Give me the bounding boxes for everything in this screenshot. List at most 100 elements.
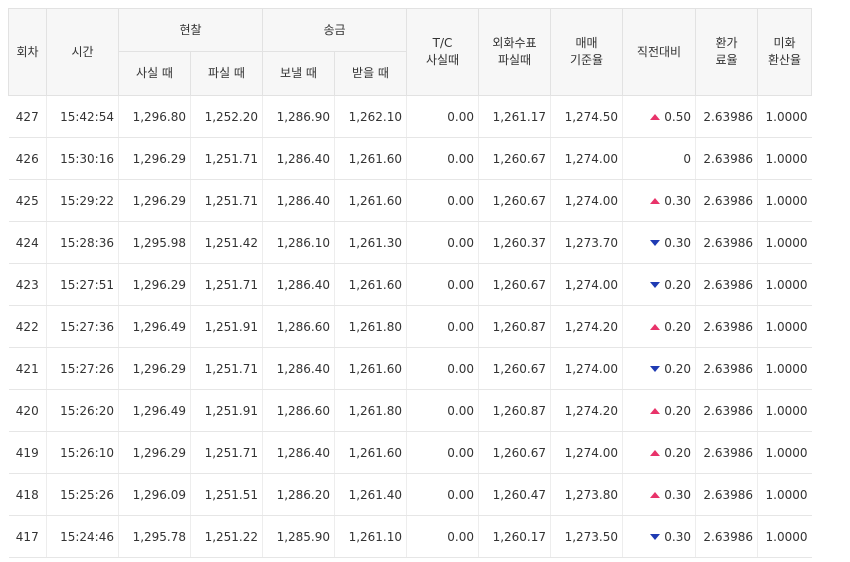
cell-remit-send: 1,286.20 bbox=[262, 473, 335, 516]
table-row: 426 15:30:16 1,296.29 1,251.71 1,286.40 … bbox=[8, 137, 812, 180]
header-round: 회차 bbox=[8, 8, 47, 96]
cell-cash-sell: 1,251.71 bbox=[190, 137, 263, 180]
cell-remit-receive: 1,261.60 bbox=[334, 431, 407, 474]
cell-cash-sell: 1,251.71 bbox=[190, 347, 263, 390]
cell-usd-rate: 1.0000 bbox=[757, 473, 812, 516]
cell-tc: 0.00 bbox=[406, 473, 479, 516]
arrow-up-icon bbox=[650, 323, 661, 330]
cell-cash-sell: 1,251.91 bbox=[190, 389, 263, 432]
cell-base-rate: 1,274.00 bbox=[550, 179, 623, 222]
cell-usd-rate: 1.0000 bbox=[757, 431, 812, 474]
arrow-down-icon bbox=[650, 281, 661, 288]
cell-round: 425 bbox=[8, 179, 47, 222]
cell-cash-buy: 1,296.09 bbox=[118, 473, 191, 516]
cell-remit-receive: 1,261.60 bbox=[334, 137, 407, 180]
table-row: 424 15:28:36 1,295.98 1,251.42 1,286.10 … bbox=[8, 221, 812, 264]
cell-tc: 0.00 bbox=[406, 515, 479, 558]
header-remit: 송금 bbox=[262, 8, 407, 52]
cell-time: 15:25:26 bbox=[46, 473, 119, 516]
cell-time: 15:28:36 bbox=[46, 221, 119, 264]
cell-fx-rate: 2.63986 bbox=[695, 179, 758, 222]
header-cash-buy: 사실 때 bbox=[118, 51, 191, 96]
cell-usd-rate: 1.0000 bbox=[757, 137, 812, 180]
header-remit-receive: 받을 때 bbox=[334, 51, 407, 96]
table-row: 419 15:26:10 1,296.29 1,251.71 1,286.40 … bbox=[8, 431, 812, 474]
cell-time: 15:24:46 bbox=[46, 515, 119, 558]
header-usd-rate: 미화 환산율 bbox=[757, 8, 812, 96]
cell-cash-sell: 1,251.91 bbox=[190, 305, 263, 348]
cell-remit-receive: 1,261.60 bbox=[334, 179, 407, 222]
cell-fx-rate: 2.63986 bbox=[695, 305, 758, 348]
cell-check: 1,260.17 bbox=[478, 515, 551, 558]
arrow-down-icon bbox=[650, 533, 661, 540]
cell-check: 1,260.87 bbox=[478, 389, 551, 432]
cell-cash-buy: 1,296.49 bbox=[118, 389, 191, 432]
change-value: 0.30 bbox=[664, 235, 691, 250]
cell-base-rate: 1,274.00 bbox=[550, 137, 623, 180]
cell-cash-sell: 1,251.22 bbox=[190, 515, 263, 558]
cell-round: 422 bbox=[8, 305, 47, 348]
cell-remit-send: 1,286.40 bbox=[262, 179, 335, 222]
change-value: 0.30 bbox=[664, 487, 691, 502]
cell-remit-receive: 1,261.60 bbox=[334, 347, 407, 390]
cell-remit-receive: 1,261.40 bbox=[334, 473, 407, 516]
cell-cash-sell: 1,251.42 bbox=[190, 221, 263, 264]
header-base-rate: 매매 기준율 bbox=[550, 8, 623, 96]
cell-tc: 0.00 bbox=[406, 305, 479, 348]
cell-cash-buy: 1,296.80 bbox=[118, 95, 191, 138]
table-row: 421 15:27:26 1,296.29 1,251.71 1,286.40 … bbox=[8, 347, 812, 390]
table-row: 423 15:27:51 1,296.29 1,251.71 1,286.40 … bbox=[8, 263, 812, 306]
cell-base-rate: 1,273.70 bbox=[550, 221, 623, 264]
arrow-up-icon bbox=[650, 449, 661, 456]
change-value: 0.20 bbox=[664, 319, 691, 334]
cell-remit-send: 1,286.90 bbox=[262, 95, 335, 138]
cell-remit-send: 1,286.60 bbox=[262, 305, 335, 348]
cell-tc: 0.00 bbox=[406, 389, 479, 432]
cell-remit-receive: 1,261.80 bbox=[334, 305, 407, 348]
cell-check: 1,260.47 bbox=[478, 473, 551, 516]
exchange-rate-history: 회차 시간 현찰 송금 T/C 사실때 외화수표 파실때 매매 기준율 직전대비 환가… bbox=[8, 8, 812, 558]
cell-usd-rate: 1.0000 bbox=[757, 515, 812, 558]
cell-check: 1,260.37 bbox=[478, 221, 551, 264]
cell-change: 0.30 bbox=[622, 221, 696, 264]
table-header: 회차 시간 현찰 송금 T/C 사실때 외화수표 파실때 매매 기준율 직전대비 환가… bbox=[8, 8, 812, 96]
arrow-down-icon bbox=[650, 239, 661, 246]
cell-time: 15:26:10 bbox=[46, 431, 119, 474]
cell-remit-send: 1,286.40 bbox=[262, 347, 335, 390]
exchange-rate-table: 회차 시간 현찰 송금 T/C 사실때 외화수표 파실때 매매 기준율 직전대비 환가… bbox=[8, 8, 812, 558]
cell-base-rate: 1,274.00 bbox=[550, 347, 623, 390]
cell-fx-rate: 2.63986 bbox=[695, 515, 758, 558]
cell-base-rate: 1,273.50 bbox=[550, 515, 623, 558]
cell-tc: 0.00 bbox=[406, 347, 479, 390]
cell-fx-rate: 2.63986 bbox=[695, 389, 758, 432]
header-cash-sell: 파실 때 bbox=[190, 51, 263, 96]
cell-time: 15:27:51 bbox=[46, 263, 119, 306]
arrow-up-icon bbox=[650, 197, 661, 204]
cell-fx-rate: 2.63986 bbox=[695, 137, 758, 180]
cell-usd-rate: 1.0000 bbox=[757, 179, 812, 222]
cell-round: 424 bbox=[8, 221, 47, 264]
arrow-up-icon bbox=[650, 113, 661, 120]
cell-cash-buy: 1,296.49 bbox=[118, 305, 191, 348]
cell-cash-sell: 1,252.20 bbox=[190, 95, 263, 138]
change-value: 0.30 bbox=[664, 529, 691, 544]
cell-time: 15:27:26 bbox=[46, 347, 119, 390]
cell-cash-sell: 1,251.71 bbox=[190, 431, 263, 474]
cell-remit-send: 1,286.40 bbox=[262, 431, 335, 474]
cell-round: 426 bbox=[8, 137, 47, 180]
table-row: 422 15:27:36 1,296.49 1,251.91 1,286.60 … bbox=[8, 305, 812, 348]
cell-change: 0.50 bbox=[622, 95, 696, 138]
change-value: 0.30 bbox=[664, 193, 691, 208]
table-row: 427 15:42:54 1,296.80 1,252.20 1,286.90 … bbox=[8, 95, 812, 138]
cell-time: 15:30:16 bbox=[46, 137, 119, 180]
cell-time: 15:29:22 bbox=[46, 179, 119, 222]
cell-fx-rate: 2.63986 bbox=[695, 263, 758, 306]
cell-base-rate: 1,273.80 bbox=[550, 473, 623, 516]
cell-remit-receive: 1,261.10 bbox=[334, 515, 407, 558]
cell-tc: 0.00 bbox=[406, 179, 479, 222]
cell-change: 0.20 bbox=[622, 431, 696, 474]
cell-base-rate: 1,274.50 bbox=[550, 95, 623, 138]
cell-check: 1,260.67 bbox=[478, 263, 551, 306]
cell-cash-sell: 1,251.51 bbox=[190, 473, 263, 516]
table-row: 417 15:24:46 1,295.78 1,251.22 1,285.90 … bbox=[8, 515, 812, 558]
